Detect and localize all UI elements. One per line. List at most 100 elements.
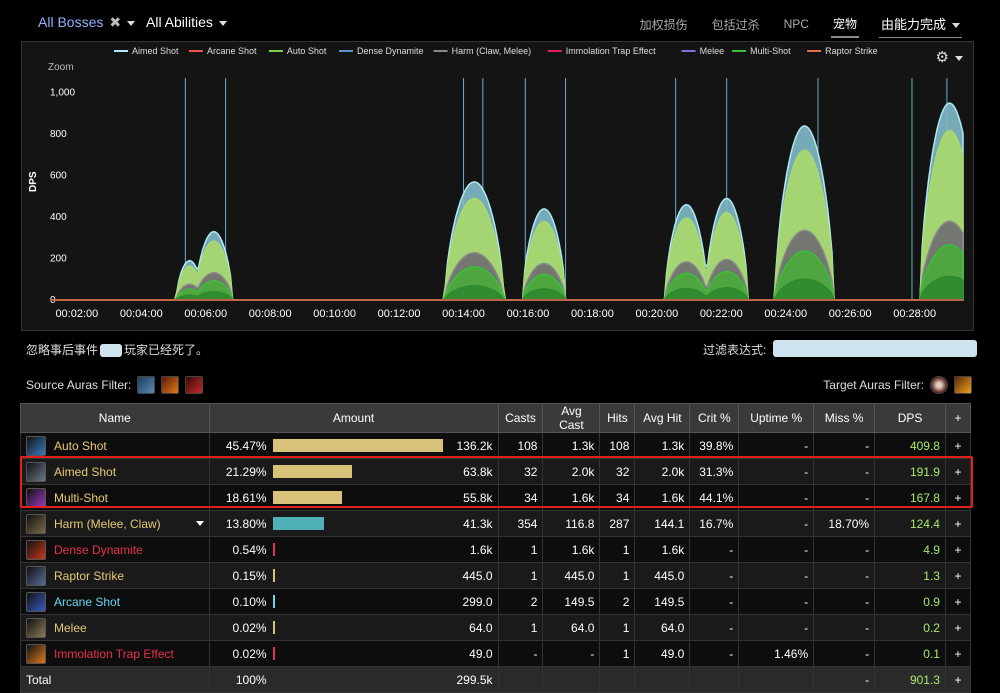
- ability-name-cell[interactable]: Multi-Shot: [20, 484, 210, 511]
- total-label: Total: [20, 666, 210, 693]
- col-hits[interactable]: Hits: [599, 403, 636, 433]
- add-button[interactable]: +: [944, 588, 972, 615]
- x-tick-label: 00:20:00: [635, 308, 678, 320]
- aura-icon[interactable]: [161, 376, 180, 394]
- avg-cast-cell: -: [542, 640, 601, 667]
- boss-filter-dropdown[interactable]: All Bosses ✖: [38, 14, 136, 31]
- col-casts[interactable]: Casts: [497, 403, 544, 433]
- ability-name-cell[interactable]: Melee: [20, 614, 210, 641]
- table-row[interactable]: Auto Shot 45.47% 136.2k 108 1.3k 108 1.3k 39.8%…: [20, 432, 972, 459]
- x-tick-label: 00:28:00: [893, 308, 936, 320]
- ability-filter-dropdown[interactable]: All Abilities: [146, 14, 227, 30]
- hits-cell: 108: [599, 432, 636, 459]
- tab-weighted-damage[interactable]: 加权损伤: [638, 14, 690, 37]
- ability-name-cell[interactable]: Raptor Strike: [20, 562, 210, 589]
- amount-bar: [272, 543, 275, 556]
- col-miss[interactable]: Miss %: [813, 403, 876, 433]
- crit-cell: -: [689, 640, 740, 667]
- total-crit: [689, 666, 740, 693]
- table-row[interactable]: Multi-Shot 18.61% 55.8k 34 1.6k 34 1.6k 44.1% - -…: [20, 484, 972, 511]
- aura-icon[interactable]: [930, 376, 948, 394]
- tab-pets[interactable]: 宠物: [830, 13, 859, 38]
- dps-cell: 167.8: [874, 484, 946, 511]
- col-name[interactable]: Name: [20, 403, 210, 433]
- ability-name-cell[interactable]: Auto Shot: [20, 432, 210, 459]
- amount-value: 299.0: [462, 594, 493, 609]
- x-tick-label: 00:16:00: [507, 308, 550, 320]
- ability-name-cell[interactable]: Immolation Trap Effect: [20, 640, 210, 667]
- gear-icon[interactable]: ⚙: [936, 48, 963, 66]
- table-row[interactable]: Dense Dynamite 0.54% 1.6k 1 1.6k 1 1.6k - - -4.9 +: [20, 536, 972, 563]
- add-button[interactable]: +: [944, 510, 972, 537]
- ability-name-cell[interactable]: Aimed Shot: [20, 458, 210, 485]
- group-by-dropdown[interactable]: 由能力完成: [878, 12, 962, 38]
- ability-name-cell[interactable]: Dense Dynamite: [20, 536, 210, 563]
- add-button[interactable]: +: [944, 640, 972, 667]
- y-tick-label: 600: [50, 171, 67, 182]
- ability-name[interactable]: Immolation Trap Effect: [54, 647, 174, 661]
- col-crit[interactable]: Crit %: [689, 403, 740, 433]
- col-add[interactable]: +: [944, 403, 972, 433]
- aura-icon[interactable]: [185, 376, 204, 394]
- table-row[interactable]: Harm (Melee, Claw) 13.80% 41.3k 354 116.8 287…: [20, 510, 972, 537]
- add-button[interactable]: +: [944, 432, 972, 459]
- tab-include-overkill[interactable]: 包括过杀: [710, 14, 762, 37]
- amount-bar-track: [272, 569, 443, 582]
- ignore-events-note: 忽略事后事件 玩家已经死了。: [26, 341, 208, 358]
- amount-bar: [272, 465, 353, 478]
- crit-cell: 44.1%: [689, 484, 740, 511]
- clear-icon[interactable]: ✖: [109, 14, 121, 30]
- ability-name-cell[interactable]: Arcane Shot: [20, 588, 210, 615]
- total-avg-cast: [542, 666, 601, 693]
- avg-hit-cell: 1.6k: [634, 536, 691, 563]
- col-avg-hit[interactable]: Avg Hit: [634, 403, 691, 433]
- ability-icon: [26, 643, 46, 664]
- col-dps[interactable]: DPS: [874, 403, 946, 433]
- dps-cell: 0.2: [874, 614, 946, 641]
- tab-npc[interactable]: NPC: [782, 15, 811, 35]
- avg-cast-cell: 149.5: [542, 588, 601, 615]
- ability-name[interactable]: Dense Dynamite: [54, 543, 143, 557]
- add-button[interactable]: +: [944, 562, 972, 589]
- add-button[interactable]: +: [944, 614, 972, 641]
- seconds-input[interactable]: [100, 344, 123, 358]
- dps-chart[interactable]: Aimed Shot Arcane Shot Auto Shot Dense Dyna…: [21, 41, 974, 331]
- view-tabs: 加权损伤 包括过杀 NPC 宠物 由能力完成: [618, 12, 962, 38]
- aura-icon[interactable]: [954, 376, 972, 394]
- col-uptime[interactable]: Uptime %: [738, 403, 815, 433]
- avg-cast-cell: 1.3k: [542, 432, 601, 459]
- add-button[interactable]: +: [944, 666, 972, 693]
- ability-icon: [26, 513, 46, 534]
- ability-name[interactable]: Melee: [54, 621, 87, 635]
- hits-cell: 34: [599, 484, 636, 511]
- add-button[interactable]: +: [944, 484, 972, 511]
- table-row[interactable]: Immolation Trap Effect 0.02% 49.0- -1 49.0-1…: [20, 640, 972, 667]
- ability-name[interactable]: Arcane Shot: [54, 595, 120, 609]
- ability-name[interactable]: Auto Shot: [54, 439, 107, 453]
- table-row[interactable]: Arcane Shot 0.10% 299.0 2 149.5 2 149.5- - -0.9 +: [20, 588, 972, 615]
- legend-label: Harm (Claw, Melee): [452, 46, 532, 56]
- ability-name[interactable]: Raptor Strike: [54, 569, 124, 583]
- col-amount[interactable]: Amount: [208, 403, 499, 433]
- filter-expression-input[interactable]: [773, 340, 977, 357]
- aura-icon[interactable]: [137, 376, 156, 394]
- amount-bar-track: [272, 543, 443, 556]
- ability-name[interactable]: Aimed Shot: [54, 465, 116, 479]
- add-button[interactable]: +: [944, 458, 972, 485]
- amount-cell: 0.02% 49.0: [208, 640, 499, 667]
- ability-name[interactable]: Harm (Melee, Claw): [54, 517, 161, 531]
- ability-name-cell[interactable]: Harm (Melee, Claw): [20, 510, 210, 537]
- table-row[interactable]: Raptor Strike 0.15% 445.0 1 445.0 1 445.0- - -1.…: [20, 562, 972, 589]
- ability-icon: [26, 487, 46, 508]
- miss-cell: -: [813, 536, 876, 563]
- x-tick-label: 00:02:00: [55, 308, 98, 320]
- ability-name[interactable]: Multi-Shot: [54, 491, 108, 505]
- expand-icon[interactable]: [195, 521, 204, 526]
- miss-cell: -: [813, 484, 876, 511]
- col-avg-cast[interactable]: Avg Cast: [542, 403, 601, 433]
- table-row[interactable]: Aimed Shot 21.29% 63.8k 32 2.0k 32 2.0k 31.3% - -…: [20, 458, 972, 485]
- amount-bar: [272, 595, 275, 608]
- table-row[interactable]: Melee 0.02% 64.0 1 64.0 1 64.0- - -0.2 +: [20, 614, 972, 641]
- add-button[interactable]: +: [944, 536, 972, 563]
- chevron-down-icon: [127, 20, 136, 26]
